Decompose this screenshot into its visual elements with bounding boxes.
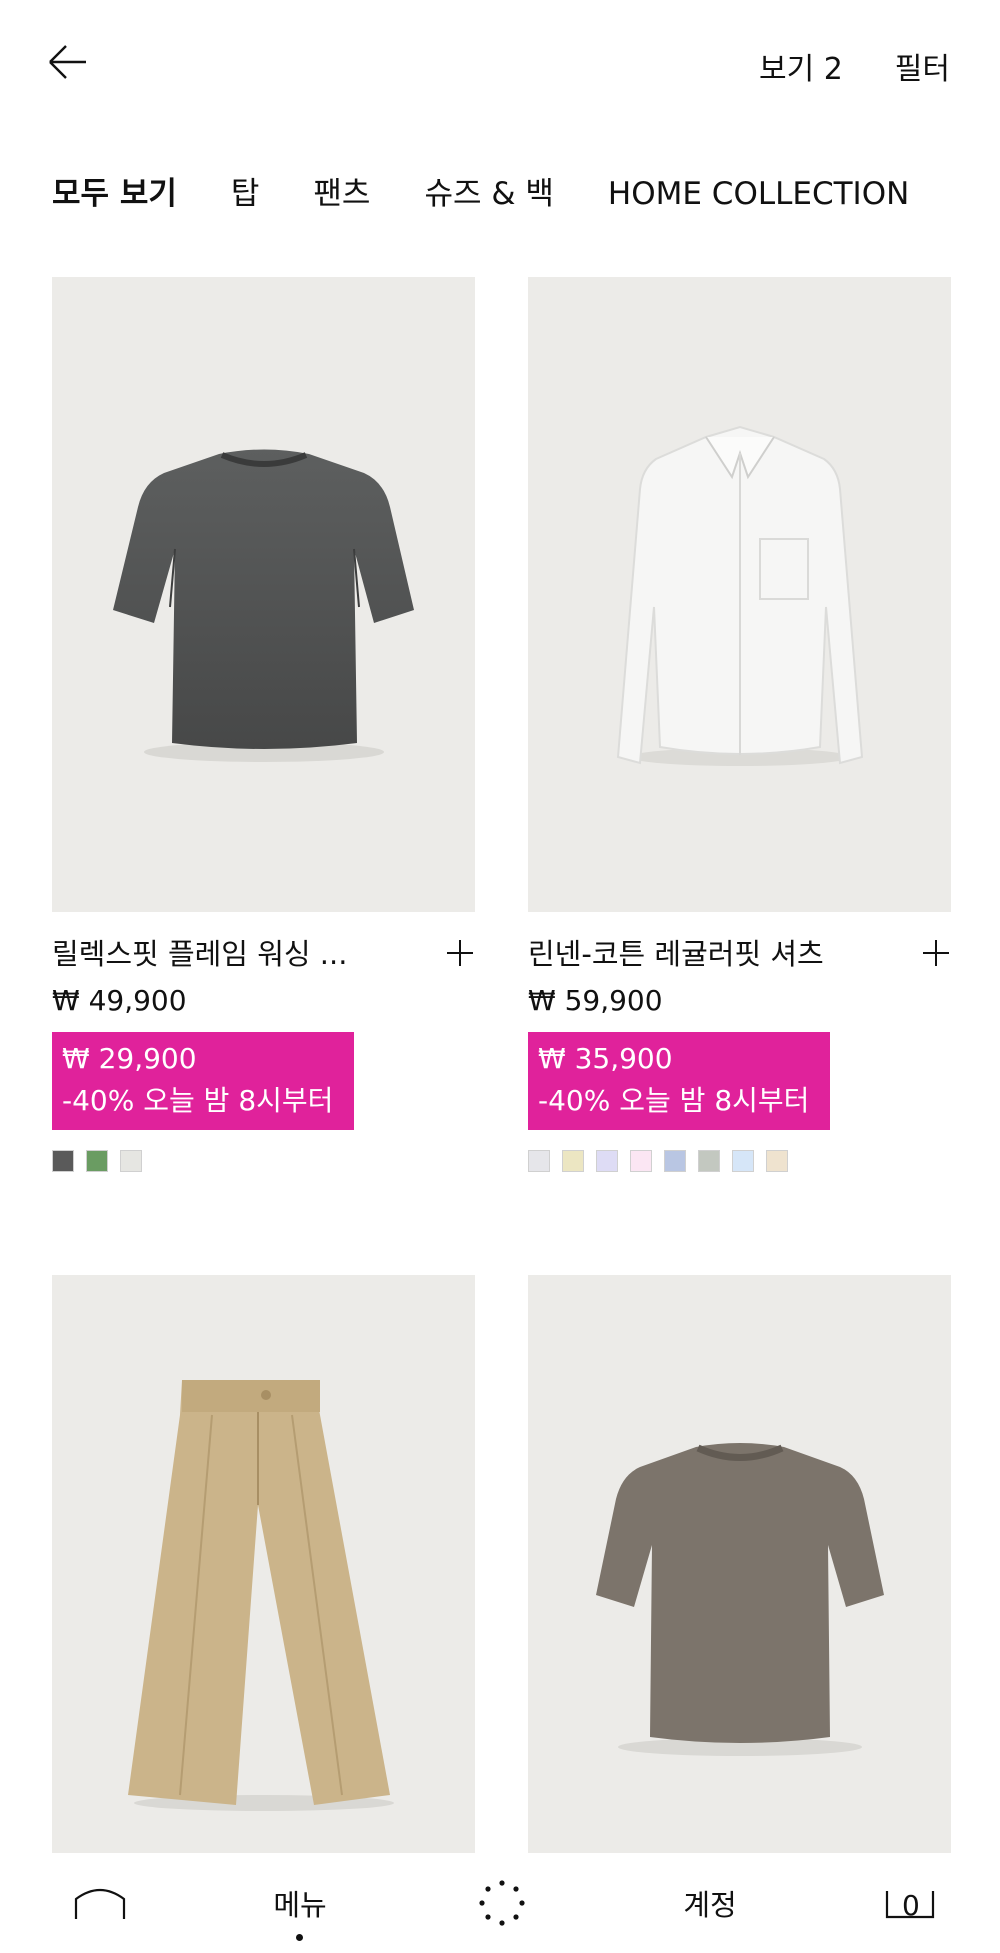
color-swatch[interactable]: [562, 1150, 584, 1172]
add-to-cart-plus-icon[interactable]: [445, 938, 475, 968]
view-toggle-button[interactable]: 보기 2: [759, 44, 843, 88]
product-name[interactable]: 린넨-코튼 레귤러핏 셔츠: [528, 934, 848, 974]
top-bar: 보기 2 필터: [0, 0, 1000, 125]
product-image-charcoal-tshirt[interactable]: [52, 277, 475, 912]
color-swatch[interactable]: [664, 1150, 686, 1172]
product-card: 릴렉스핏 플레임 워싱 ... ₩ 49,900 ₩ 29,900 -40% 오…: [52, 277, 475, 1172]
color-swatches: [52, 1150, 475, 1172]
color-swatch[interactable]: [732, 1150, 754, 1172]
bottom-navigation: 메뉴 계정: [0, 1853, 1000, 1953]
original-price: ₩ 59,900: [528, 984, 663, 1017]
product-image-taupe-tshirt[interactable]: [528, 1275, 951, 1855]
sale-note: -40% 오늘 밤 8시부터: [62, 1084, 334, 1117]
tab-pants[interactable]: 팬츠: [313, 168, 370, 213]
original-price: ₩ 49,900: [52, 984, 187, 1017]
loading-dots-icon: [479, 1880, 525, 1926]
color-swatches: [528, 1150, 951, 1172]
product-card: [52, 1275, 475, 1855]
sale-badge: ₩ 29,900 -40% 오늘 밤 8시부터: [52, 1032, 354, 1130]
product-image-white-shirt[interactable]: [528, 277, 951, 912]
color-swatch[interactable]: [630, 1150, 652, 1172]
color-swatch[interactable]: [120, 1150, 142, 1172]
product-image-beige-pants[interactable]: [52, 1275, 475, 1855]
sale-price: ₩ 29,900: [62, 1042, 197, 1075]
home-icon: [74, 1888, 126, 1919]
product-card: [528, 1275, 951, 1855]
product-name[interactable]: 릴렉스핏 플레임 워싱 ...: [52, 934, 372, 974]
color-swatch[interactable]: [86, 1150, 108, 1172]
product-card: 린넨-코튼 레귤러핏 셔츠 ₩ 59,900 ₩ 35,900 -40% 오늘 …: [528, 277, 951, 1172]
tab-all[interactable]: 모두 보기: [52, 168, 177, 213]
add-to-cart-plus-icon[interactable]: [921, 938, 951, 968]
back-arrow-icon[interactable]: [48, 40, 96, 84]
color-swatch[interactable]: [52, 1150, 74, 1172]
color-swatch[interactable]: [596, 1150, 618, 1172]
color-swatch[interactable]: [528, 1150, 550, 1172]
home-button[interactable]: [60, 1853, 140, 1953]
sale-note: -40% 오늘 밤 8시부터: [538, 1084, 810, 1117]
category-tabs: 모두 보기 탑 팬츠 슈즈 & 백 HOME COLLECTION: [52, 168, 909, 213]
menu-label: 메뉴: [273, 1888, 327, 1922]
tab-tops[interactable]: 탑: [231, 168, 260, 213]
active-indicator-dot: [296, 1934, 303, 1941]
color-swatch[interactable]: [766, 1150, 788, 1172]
color-swatch[interactable]: [698, 1150, 720, 1172]
account-label: 계정: [683, 1888, 737, 1922]
sale-badge: ₩ 35,900 -40% 오늘 밤 8시부터: [528, 1032, 830, 1130]
search-button[interactable]: [470, 1853, 534, 1953]
sale-price: ₩ 35,900: [538, 1042, 673, 1075]
filter-button[interactable]: 필터: [895, 44, 950, 88]
tab-shoes-bags[interactable]: 슈즈 & 백: [424, 168, 553, 213]
tab-home-collection[interactable]: HOME COLLECTION: [608, 176, 909, 212]
cart-count: 0: [902, 1889, 920, 1922]
account-button[interactable]: 계정: [660, 1853, 760, 1953]
